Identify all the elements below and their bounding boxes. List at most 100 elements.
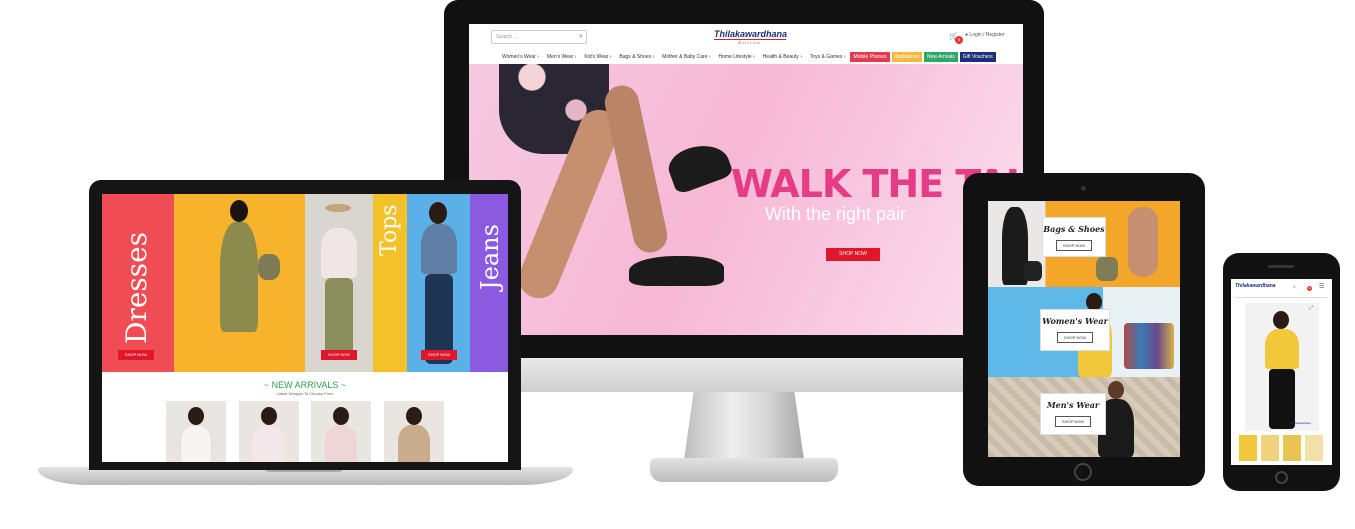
model-yellow-top bbox=[1265, 329, 1299, 369]
model-dress bbox=[220, 222, 258, 332]
card-womens-wear: Women's Wear SHOP NOW bbox=[1040, 309, 1110, 351]
nav-item-kids-wear[interactable]: Kid's Wear › bbox=[581, 53, 614, 61]
breadcrumb bbox=[1235, 297, 1328, 298]
nav-item-mens-wear[interactable]: Men's Wear › bbox=[544, 53, 580, 61]
logo-subtext: Online bbox=[714, 39, 786, 45]
nav-pill-gift-vouchers[interactable]: Gift Vouchers bbox=[959, 52, 996, 62]
panel-word-tops: Tops bbox=[377, 204, 402, 256]
card-title: Bags & Shoes bbox=[1043, 224, 1105, 234]
nav-item-home-lifestyle[interactable]: Home Lifestyle › bbox=[716, 53, 758, 61]
product-model-hair bbox=[333, 407, 349, 425]
login-label: Login / Register bbox=[969, 32, 1005, 38]
nav-item-womens-wear[interactable]: Women's Wear › bbox=[499, 53, 542, 61]
banner-bags-shoes[interactable]: Bags & Shoes SHOP NOW bbox=[988, 201, 1180, 287]
search-input[interactable]: Search ... ⌕ bbox=[491, 30, 587, 44]
logo-text: Thilakawardhana bbox=[714, 29, 788, 39]
search-placeholder: Search ... bbox=[496, 34, 518, 40]
nav-item-toys-games[interactable]: Toys & Games › bbox=[807, 53, 849, 61]
nav-item-health-beauty[interactable]: Health & Beauty › bbox=[760, 53, 805, 61]
product-thumbnail[interactable] bbox=[1261, 435, 1279, 461]
cart-count-badge: 0 bbox=[955, 36, 963, 44]
product-top bbox=[253, 425, 285, 462]
search-icon[interactable]: ⌕ bbox=[579, 33, 583, 41]
laptop-screen: Dresses SHOP NOW SHOP NOW Tops SHOP NOW … bbox=[102, 194, 508, 462]
shop-now-button[interactable]: SHOP NOW bbox=[421, 350, 457, 360]
menu-icon[interactable]: ☰ bbox=[1319, 283, 1324, 290]
banner-womens-wear[interactable]: Women's Wear SHOP NOW bbox=[988, 287, 1180, 377]
nav-item-mother-baby[interactable]: Mother & Baby Care › bbox=[659, 53, 713, 61]
hero-leg-image bbox=[601, 82, 671, 256]
category-panel-tops[interactable]: Tops bbox=[373, 194, 407, 372]
shop-now-button[interactable]: SHOP NOW bbox=[1055, 240, 1093, 251]
model-hair bbox=[429, 202, 447, 224]
panel-word-jeans: Jeans bbox=[476, 224, 504, 290]
hero-subtitle: With the right pair bbox=[765, 204, 907, 224]
handbag-image bbox=[1024, 261, 1042, 281]
card-title: Men's Wear bbox=[1046, 400, 1100, 410]
product-top bbox=[325, 425, 357, 462]
hero-heel-image bbox=[629, 256, 724, 286]
product-card[interactable] bbox=[166, 401, 226, 462]
shop-now-button[interactable]: SHOP NOW bbox=[321, 350, 357, 360]
product-card[interactable] bbox=[384, 401, 444, 462]
product-card[interactable] bbox=[311, 401, 371, 462]
product-card[interactable] bbox=[239, 401, 299, 462]
hero-banner: WALK THE TALK With the right pair SHOP N… bbox=[469, 64, 1023, 335]
shop-now-button[interactable]: SHOP NOW bbox=[1056, 332, 1094, 343]
product-top bbox=[398, 425, 430, 462]
category-panel-jeans[interactable]: Jeans bbox=[470, 194, 508, 372]
card-mens-wear: Men's Wear SHOP NOW bbox=[1040, 393, 1106, 435]
shop-now-button[interactable]: SHOP NOW bbox=[118, 350, 154, 360]
cart-count-badge: 0 bbox=[1307, 286, 1312, 291]
phone-logo[interactable]: Thilakawardhana bbox=[1235, 283, 1276, 289]
device-mockup-stage: Search ... ⌕ Thilakawardhana Online 🛒 0 … bbox=[0, 0, 1355, 529]
legs-image bbox=[1128, 207, 1158, 277]
login-register-link[interactable]: ● Login / Register bbox=[965, 32, 1004, 38]
desktop-screen: Search ... ⌕ Thilakawardhana Online 🛒 0 … bbox=[469, 24, 1023, 335]
search-icon[interactable]: ⌕ bbox=[1293, 284, 1296, 290]
phone-home-button[interactable] bbox=[1275, 471, 1288, 484]
card-bags-shoes: Bags & Shoes SHOP NOW bbox=[1042, 217, 1106, 257]
panel-word-dresses: Dresses bbox=[120, 231, 153, 344]
model-image bbox=[174, 194, 305, 372]
tablet: Bags & Shoes SHOP NOW Women's Wear SHOP … bbox=[963, 173, 1205, 486]
model-handbag bbox=[258, 254, 280, 280]
tablet-home-button[interactable] bbox=[1074, 463, 1092, 481]
site-logo[interactable]: Thilakawardhana Online bbox=[714, 29, 788, 45]
desktop-monitor: Search ... ⌕ Thilakawardhana Online 🛒 0 … bbox=[444, 0, 1044, 392]
main-nav: Women's Wear › Men's Wear › Kid's Wear ›… bbox=[499, 52, 996, 62]
site-header: Search ... ⌕ Thilakawardhana Online 🛒 0 … bbox=[469, 24, 1023, 64]
nav-pill-new-arrivals[interactable]: New Arrivals bbox=[924, 52, 958, 62]
shop-now-button[interactable]: SHOP NOW bbox=[1054, 416, 1092, 427]
product-model-hair bbox=[261, 407, 277, 425]
nav-pill-appliances[interactable]: Appliances bbox=[891, 52, 922, 62]
product-thumbnail[interactable] bbox=[1305, 435, 1323, 461]
model-hair bbox=[1273, 311, 1289, 329]
phone-screen: Thilakawardhana ⌕ 0 ☰ thilakawardhana ⤢ bbox=[1231, 279, 1332, 465]
nav-item-bags-shoes[interactable]: Bags & Shoes › bbox=[616, 53, 657, 61]
product-thumbnail[interactable] bbox=[1239, 435, 1257, 461]
category-panel-dresses[interactable]: Dresses SHOP NOW bbox=[102, 194, 174, 372]
model-hat bbox=[325, 204, 351, 212]
laptop: Dresses SHOP NOW SHOP NOW Tops SHOP NOW … bbox=[89, 180, 521, 470]
smartphone: Thilakawardhana ⌕ 0 ☰ thilakawardhana ⤢ bbox=[1223, 253, 1340, 491]
model-denim-jacket bbox=[421, 224, 457, 274]
phone-speaker bbox=[1268, 265, 1294, 268]
tablet-screen: Bags & Shoes SHOP NOW Women's Wear SHOP … bbox=[988, 201, 1180, 457]
model-image: SHOP NOW bbox=[305, 194, 373, 372]
zoom-icon[interactable]: ⤢ bbox=[1309, 305, 1313, 311]
banner-mens-wear[interactable]: Men's Wear SHOP NOW bbox=[988, 377, 1180, 457]
product-thumbnail[interactable] bbox=[1283, 435, 1301, 461]
hero-shop-now-button[interactable]: SHOP NOW bbox=[826, 248, 880, 261]
clothes-rack-image bbox=[1124, 323, 1174, 369]
hero-heel-image bbox=[663, 136, 735, 196]
nav-pill-mobile-phones[interactable]: Mobile Phones bbox=[850, 52, 890, 62]
model-floral-top bbox=[321, 228, 357, 278]
image-watermark: thilakawardhana bbox=[1289, 421, 1311, 425]
monitor-chin bbox=[444, 358, 1044, 392]
product-image[interactable]: thilakawardhana ⤢ bbox=[1245, 303, 1319, 431]
product-model-hair bbox=[406, 407, 422, 425]
model-head bbox=[1108, 381, 1124, 399]
tablet-camera bbox=[1081, 186, 1086, 191]
new-arrivals-heading: ~ NEW ARRIVALS ~ bbox=[263, 380, 347, 390]
